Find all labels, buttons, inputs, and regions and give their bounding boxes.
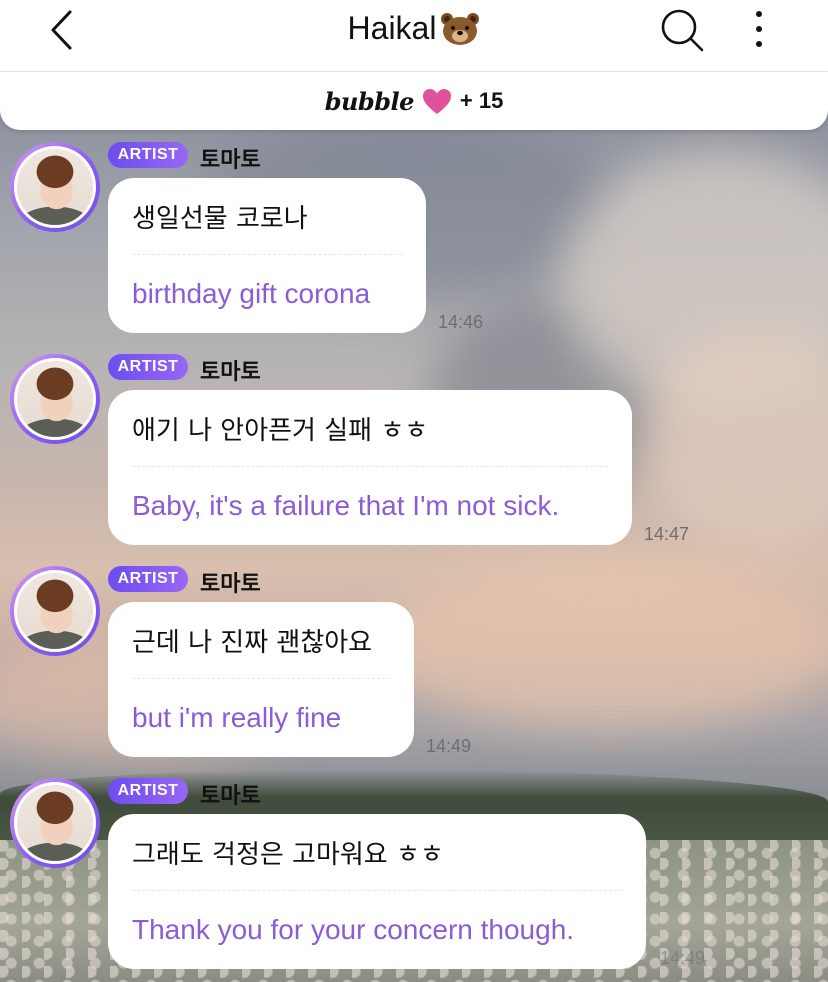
message-bubble[interactable]: 애기 나 안아픈거 실패 ㅎㅎ Baby, it's a failure tha… [108,390,632,545]
chat-title: Haikal [347,10,437,46]
artist-badge: ARTIST [108,566,188,592]
artist-badge: ARTIST [108,354,188,380]
sender-name: 토마토 [200,572,261,597]
chevron-left-icon [51,10,72,50]
message-timestamp: 14:47 [644,524,690,544]
chat-title-group: Haikal [348,10,481,47]
bear-face-icon [441,12,480,45]
bubble-logo: bubble [324,86,415,116]
message-original-text: 애기 나 안아픈거 실패 ㅎㅎ [132,415,429,446]
message-timestamp: 14:46 [438,312,484,332]
message-translation-text: birthday gift corona [132,278,371,309]
message-bubble[interactable]: 그래도 걱정은 고마워요 ㅎㅎ Thank you for your conce… [108,814,646,969]
message-timestamp: 14:49 [660,948,706,968]
sender-name: 토마토 [200,784,261,809]
message-translation-text: but i'm really fine [132,702,342,733]
bubble-count: + 15 [459,88,504,113]
sender-name: 토마토 [200,148,261,173]
message-timestamp: 14:49 [426,736,472,756]
more-options-button[interactable] [744,8,774,50]
message-original-text: 근데 나 진짜 괜찮아요 [132,627,373,658]
avatar[interactable] [10,778,100,868]
back-button[interactable] [44,8,80,52]
search-icon [661,9,704,52]
sender-name: 토마토 [200,360,261,385]
artist-badge: ARTIST [108,778,188,804]
avatar[interactable] [10,354,100,444]
artist-badge: ARTIST [108,142,188,168]
message-original-text: 생일선물 코로나 [132,203,308,234]
more-vertical-icon [756,11,762,17]
message-bubble[interactable]: 생일선물 코로나 birthday gift corona [108,178,426,333]
message-translation-text: Baby, it's a failure that I'm not sick. [132,490,560,521]
chat-header: Haikal [0,0,828,72]
avatar[interactable] [10,566,100,656]
search-button[interactable] [658,6,706,54]
heart-icon [422,88,451,114]
message-original-text: 그래도 걱정은 고마워요 ㅎㅎ [132,839,444,870]
message-translation-text: Thank you for your concern though. [132,914,575,945]
bubble-banner[interactable]: bubble + 15 [0,72,828,130]
avatar[interactable] [10,142,100,232]
message-bubble[interactable]: 근데 나 진짜 괜찮아요 but i'm really fine [108,602,414,757]
